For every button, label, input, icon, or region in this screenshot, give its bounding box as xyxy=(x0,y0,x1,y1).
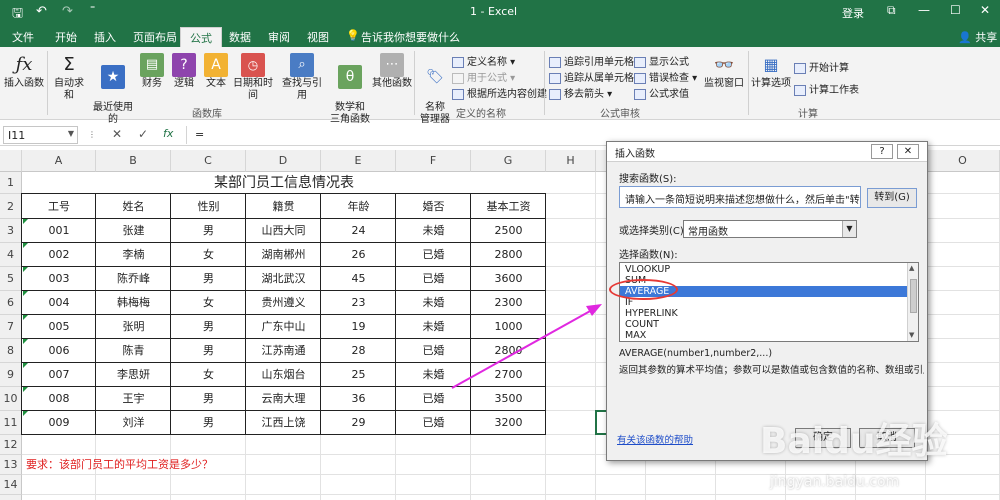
list-item[interactable]: COUNT xyxy=(620,319,908,330)
scroll-thumb[interactable] xyxy=(910,279,917,313)
category-label: 或选择类别(C): xyxy=(619,226,688,237)
watermark-logo: Baidu经验 xyxy=(760,421,948,462)
annotation-circle xyxy=(609,279,678,300)
help-button[interactable]: ? xyxy=(871,144,893,159)
list-scrollbar[interactable]: ▲ ▼ xyxy=(907,263,918,341)
scroll-up-icon[interactable]: ▲ xyxy=(909,264,914,272)
arrow-line xyxy=(451,309,593,389)
function-help-link[interactable]: 有关该函数的帮助 xyxy=(617,432,693,446)
arrow-head xyxy=(586,304,602,316)
category-select[interactable]: 常用函数 ▼ xyxy=(683,220,857,238)
watermark-url: jingyan.baidu.com xyxy=(770,474,900,490)
scroll-down-icon[interactable]: ▼ xyxy=(909,331,914,339)
search-input[interactable]: 请输入一条简短说明来描述您想做什么，然后单击"转到" xyxy=(619,186,861,208)
go-button[interactable]: 转到(G) xyxy=(867,188,917,208)
function-list[interactable]: VLOOKUP SUM AVERAGE IF HYPERLINK COUNT M… xyxy=(619,262,919,342)
dialog-close-button[interactable]: ✕ xyxy=(897,144,919,159)
list-item[interactable]: VLOOKUP xyxy=(620,264,908,275)
select-function-label: 选择函数(N): xyxy=(619,250,678,261)
list-item[interactable]: MAX xyxy=(620,330,908,341)
dialog-titlebar: 插入函数 ? ✕ xyxy=(607,142,927,162)
category-value: 常用函数 xyxy=(688,227,728,238)
search-label: 搜索函数(S): xyxy=(619,174,677,185)
chevron-down-icon[interactable]: ▼ xyxy=(842,221,856,237)
dialog-title: 插入函数 xyxy=(615,149,655,160)
function-description: 返回其参数的算术平均值；参数可以是数值或包含数值的名称、数组或引用 xyxy=(619,365,924,376)
list-item[interactable]: HYPERLINK xyxy=(620,308,908,319)
function-syntax: AVERAGE(number1,number2,...) xyxy=(619,348,773,359)
list-item[interactable]: IF xyxy=(620,297,908,308)
